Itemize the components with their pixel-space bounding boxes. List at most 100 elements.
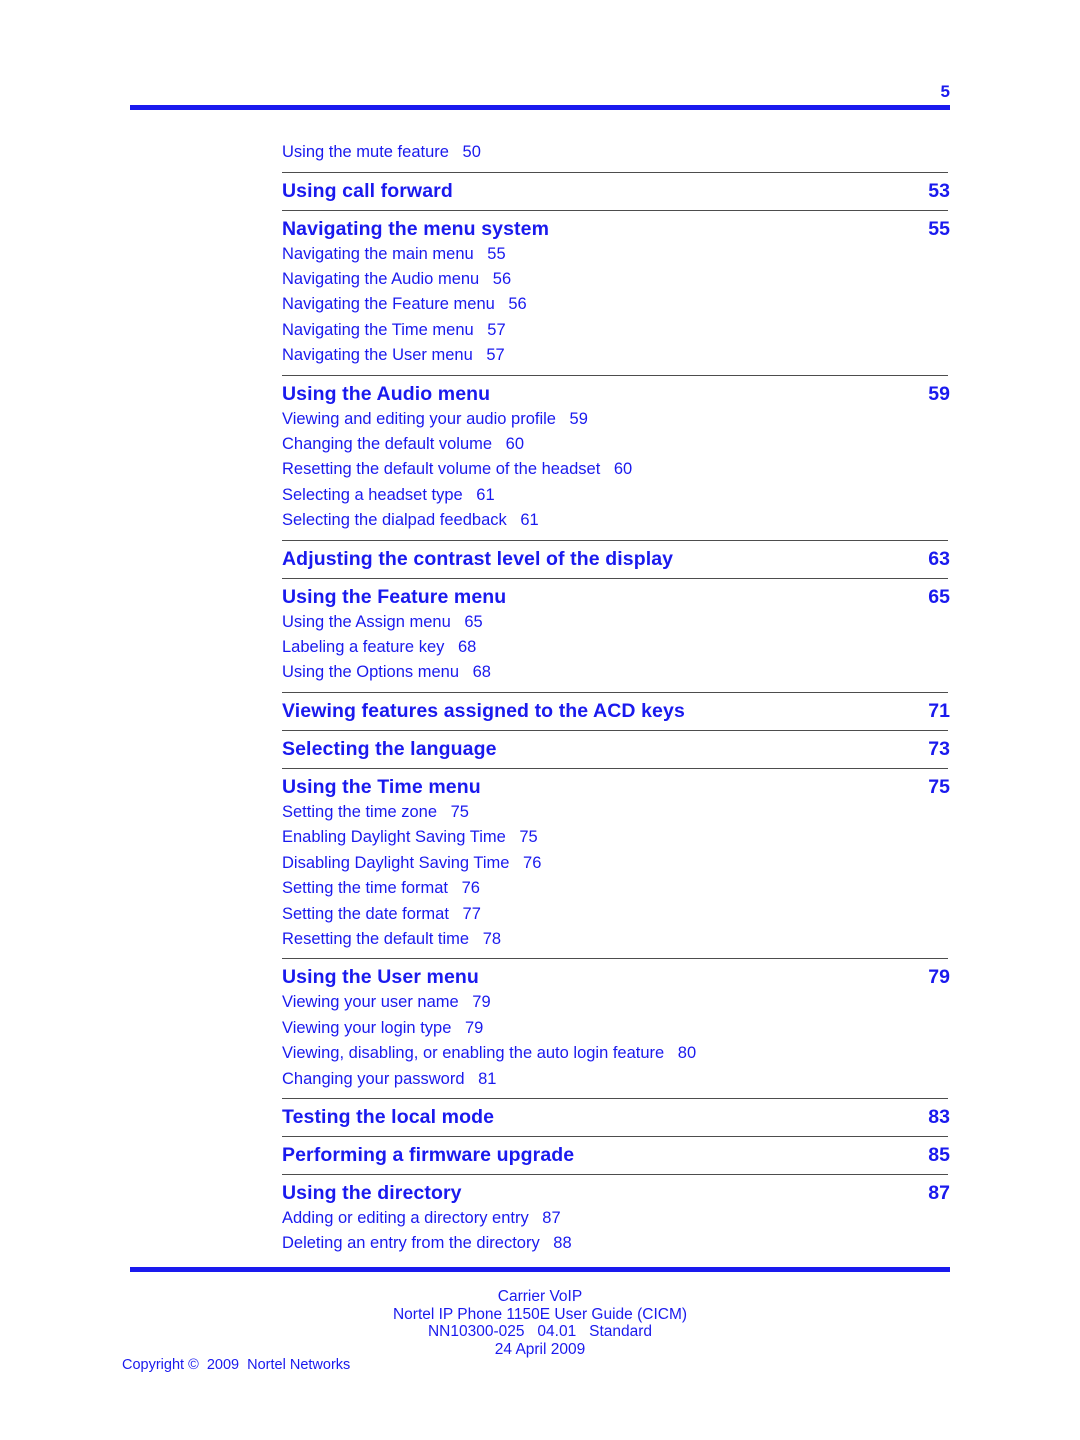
toc-subentry[interactable]: Labeling a feature key 68 [282, 635, 950, 660]
toc-subentry-list: Navigating the main menu 55 Navigating th… [282, 242, 950, 369]
toc-section-title: Using the Time menu [282, 775, 481, 798]
footer-line: Carrier VoIP [497, 1288, 583, 1305]
section-divider-rule [282, 767, 948, 769]
toc-section-heading[interactable]: Using the User menu 79 [282, 964, 950, 990]
toc-subentry[interactable]: Setting the time zone 75 [282, 800, 950, 825]
toc-subentry[interactable]: Using the Assign menu 65 [282, 610, 950, 635]
toc-section-heading[interactable]: Using call forward 53 [282, 178, 950, 204]
toc-subentry-label: Deleting an entry from the directory [282, 1234, 540, 1253]
toc-subentry-page: 68 [468, 663, 491, 682]
toc-subentry[interactable]: Navigating the Audio menu 56 [282, 267, 950, 292]
toc-subentry[interactable]: Viewing your user name 79 [282, 990, 950, 1015]
toc-section-heading[interactable]: Selecting the language 73 [282, 736, 950, 762]
toc-subentry[interactable]: Navigating the User menu 57 [282, 343, 950, 368]
toc-section-page: 75 [928, 775, 950, 798]
toc-section: Navigating the menu system 55 Navigating t… [282, 209, 950, 369]
toc-section: Adjusting the contrast level of the disp… [282, 539, 950, 572]
toc-subentry[interactable]: Enabling Daylight Saving Time 75 [282, 825, 950, 850]
toc-subentry-page: 65 [459, 612, 483, 631]
toc-subentry-label: Using the Assign menu [282, 612, 451, 631]
toc-subentry-page: 77 [457, 904, 481, 923]
toc-subentry[interactable]: Resetting the default time 78 [282, 927, 950, 952]
toc-subentry-page: 68 [453, 638, 477, 657]
toc-section-page: 65 [928, 585, 950, 608]
toc-subentry-label: Disabling Daylight Saving Time [282, 853, 510, 872]
toc-subentry-list: Using the Assign menu 65 Labeling a featu… [282, 610, 950, 686]
toc-subentry[interactable]: Viewing your login type 79 [282, 1016, 950, 1041]
toc-subentry-page: 60 [501, 435, 524, 454]
toc-subentry[interactable]: Selecting a headset type 61 [282, 483, 950, 508]
section-divider-rule [282, 539, 948, 541]
toc-subentry[interactable]: Deleting an entry from the directory 88 [282, 1231, 950, 1256]
toc-subentry[interactable]: Using the mute feature 50 [282, 140, 950, 166]
toc-subentry[interactable]: Using the Options menu 68 [282, 660, 950, 685]
toc-section-title: Using call forward [282, 179, 453, 202]
toc-section-heading[interactable]: Using the directory 87 [282, 1180, 950, 1206]
toc-subentry[interactable]: Viewing, disabling, or enabling the auto… [282, 1041, 950, 1066]
toc-subentry-label: Viewing your user name [282, 993, 459, 1012]
toc-subentry-list: Viewing your user name 79 Viewing your lo… [282, 990, 950, 1092]
toc-section: Using the Time menu 75 Setting the time zo… [282, 767, 950, 952]
footer-line: NN10300-025 04.01 Standard [427, 1323, 653, 1340]
toc-subentry-page: 56 [488, 270, 512, 288]
toc-subentry[interactable]: Viewing and editing your audio profile 5… [282, 407, 950, 432]
toc-section-heading[interactable]: Navigating the menu system 55 [282, 216, 950, 242]
toc-subentry[interactable]: Selecting the dialpad feedback 61 [282, 508, 950, 533]
toc-section: Selecting the language 73 [282, 729, 950, 762]
toc-subentry-label: Resetting the default time [282, 929, 470, 948]
toc-subentry-label: Viewing and editing your audio profile [282, 409, 556, 428]
toc-section-heading[interactable]: Performing a firmware upgrade 85 [282, 1142, 950, 1168]
toc-subentry[interactable]: Changing your password 81 [282, 1067, 950, 1092]
section-divider-rule [282, 729, 948, 731]
toc-section-title: Testing the local mode [282, 1105, 495, 1128]
toc-subentry[interactable]: Navigating the Time menu 57 [282, 318, 950, 343]
toc-section-title: Using the Feature menu [282, 585, 507, 608]
toc-subentry-label: Navigating the main menu [282, 244, 474, 263]
toc-section-page: 59 [928, 382, 950, 405]
toc-section-heading[interactable]: Viewing features assigned to the ACD key… [282, 698, 950, 724]
toc-subentry-label: Selecting a headset type [282, 485, 463, 504]
toc-section-heading[interactable]: Using the Feature menu 65 [282, 584, 950, 610]
toc-subentry[interactable]: Disabling Daylight Saving Time 76 [282, 851, 950, 876]
toc-subentry-label: Viewing your login type [282, 1018, 452, 1037]
toc-subentry-label: Setting the time zone [282, 802, 438, 821]
toc-subentry[interactable]: Navigating the Feature menu 56 [282, 292, 950, 317]
toc-subentry-page: 50 [457, 143, 481, 161]
copyright-notice: Copyright © 2009 Nortel Networks [122, 1357, 351, 1373]
toc-subentry[interactable]: Resetting the default volume of the head… [282, 457, 950, 482]
footer-line: Nortel IP Phone 1150E User Guide (CICM) [392, 1305, 688, 1323]
toc-subentry-label: Using the Options menu [282, 663, 460, 682]
toc-section-heading[interactable]: Adjusting the contrast level of the disp… [282, 546, 950, 572]
section-divider-rule [282, 958, 948, 960]
toc-subentry-label: Changing the default volume [282, 435, 493, 454]
toc-section: Using the User menu 79 Viewing your user n… [282, 958, 950, 1092]
toc-subentry-page: 59 [564, 409, 588, 428]
toc-section-heading[interactable]: Using the Time menu 75 [282, 774, 950, 800]
section-divider-rule [282, 171, 948, 173]
toc-subentry[interactable]: Navigating the main menu 55 [282, 242, 950, 267]
toc-subentry[interactable]: Adding or editing a directory entry 87 [282, 1206, 950, 1231]
table-of-contents: Using the mute feature 50 Using call for… [282, 140, 950, 1257]
toc-subentry[interactable]: Setting the time format 76 [282, 876, 950, 901]
toc-section-heading[interactable]: Testing the local mode 83 [282, 1104, 950, 1130]
toc-subentry-list: Setting the time zone 75 Enabling Dayligh… [282, 800, 950, 952]
toc-section-page: 79 [928, 966, 950, 989]
toc-section-heading[interactable]: Using the Audio menu 59 [282, 381, 950, 407]
toc-subentry[interactable]: Changing the default volume 60 [282, 432, 950, 457]
toc-subentry-label: Viewing, disabling, or enabling the auto… [282, 1044, 665, 1063]
toc-section-page: 73 [928, 737, 950, 760]
toc-subentry-label: Setting the time format [282, 879, 448, 898]
toc-subentry-label: Using the mute feature [282, 143, 449, 161]
toc-section: Using call forward 53 [282, 171, 950, 204]
section-divider-rule [282, 1097, 948, 1099]
toc-section-title: Viewing features assigned to the ACD key… [282, 699, 685, 722]
section-divider-rule [282, 691, 948, 693]
header-divider-rule [130, 105, 950, 110]
toc-section-page: 55 [928, 217, 950, 240]
toc-subentry[interactable]: Setting the date format 77 [282, 902, 950, 927]
toc-section: Performing a firmware upgrade 85 [282, 1135, 950, 1168]
toc-section-list: Using call forward 53 Navigating the menu … [282, 171, 950, 1257]
section-divider-rule [282, 577, 948, 579]
toc-subentry-label: Navigating the Audio menu [282, 270, 480, 288]
toc-subentry-label: Enabling Daylight Saving Time [282, 828, 506, 847]
